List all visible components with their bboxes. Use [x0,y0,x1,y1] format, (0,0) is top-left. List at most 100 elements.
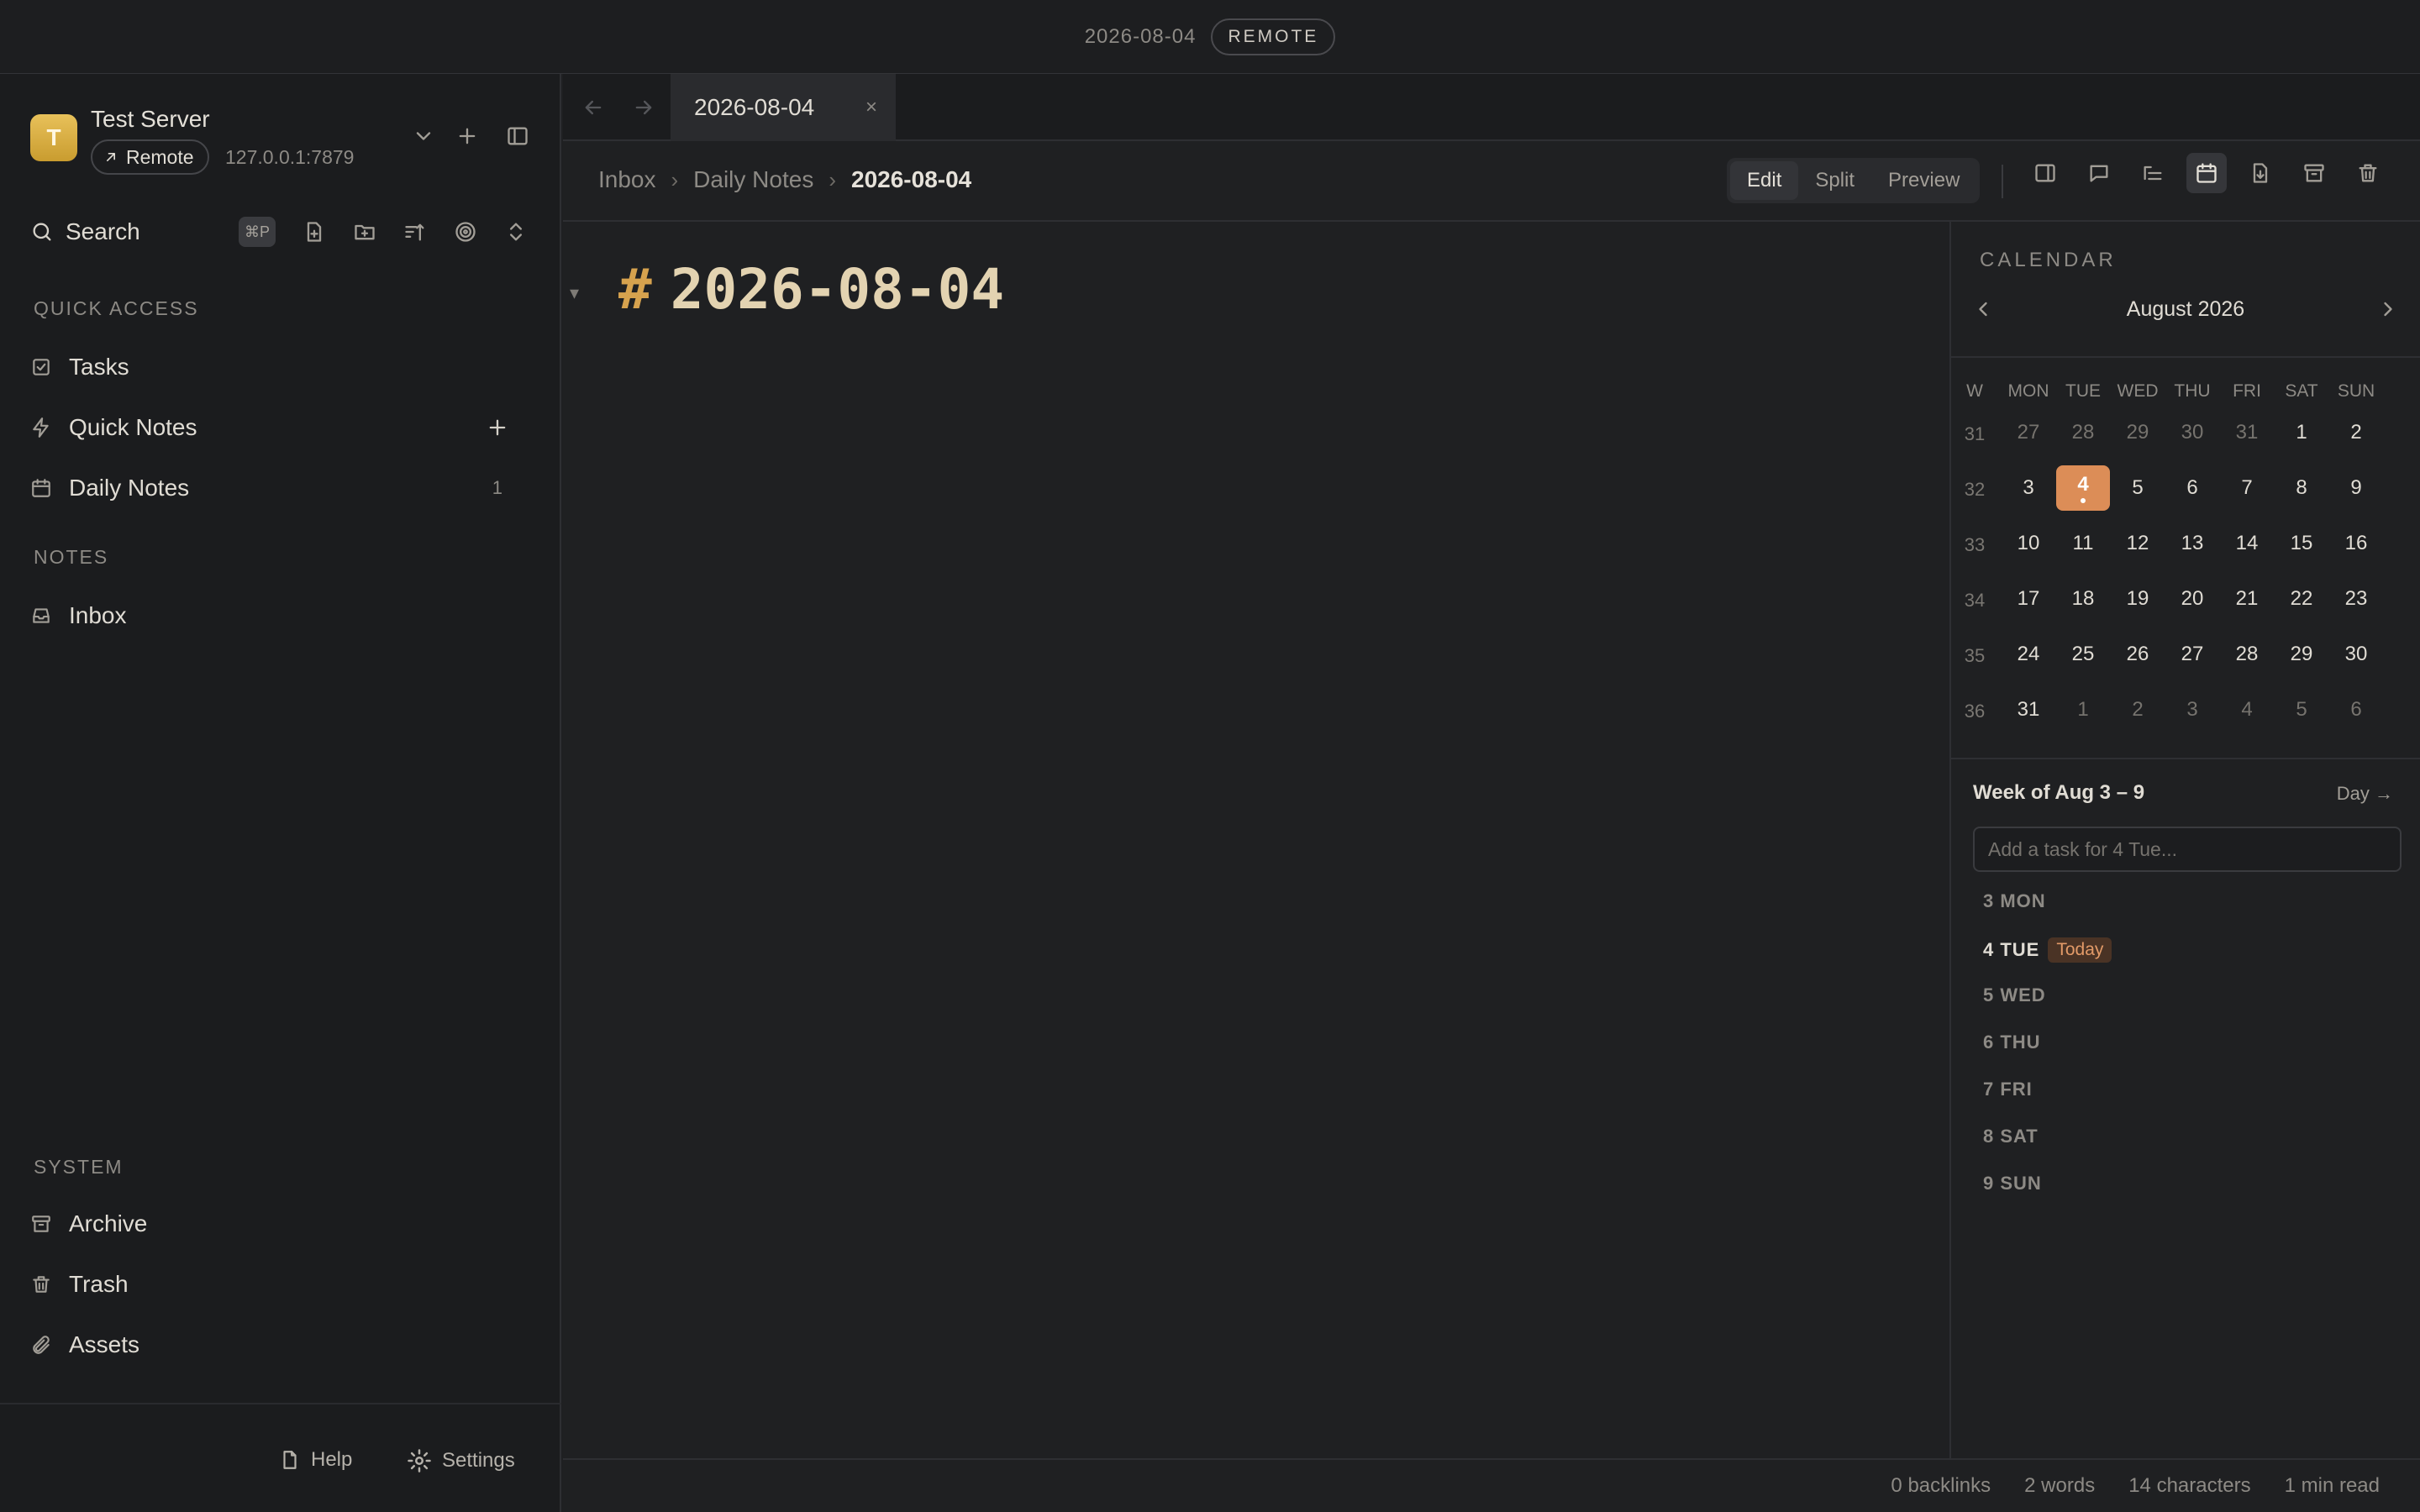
calendar-day[interactable]: 9 [2329,465,2383,511]
calendar-day[interactable]: 1 [2056,687,2110,732]
calendar-day[interactable]: 29 [2275,632,2328,677]
calendar-day[interactable]: 28 [2056,410,2110,455]
sidebar-toggle-icon[interactable] [506,124,529,148]
plus-icon[interactable] [455,124,479,148]
sidebar-item-assets[interactable]: Assets [30,1324,509,1366]
calendar-day[interactable]: 26 [2111,632,2165,677]
add-quick-note-icon[interactable] [486,416,509,439]
week-number[interactable]: 31 [1958,423,1991,445]
calendar-day[interactable]: 5 [2111,465,2165,511]
week-day-row[interactable]: 7 FRI [1983,1079,2033,1100]
calendar-day[interactable]: 21 [2220,576,2274,622]
calendar-day-today[interactable]: 4 [2056,465,2110,511]
add-task-input[interactable] [1973,827,2402,872]
backlinks-count[interactable]: 0 backlinks [1891,1474,1991,1498]
sidebar-item-archive[interactable]: Archive [30,1203,509,1245]
new-note-icon[interactable] [302,220,326,244]
chevron-down-icon[interactable] [412,124,435,148]
calendar-day[interactable]: 22 [2275,576,2328,622]
calendar-day[interactable]: 7 [2220,465,2274,511]
outline-icon[interactable] [2141,161,2165,185]
calendar-day[interactable]: 18 [2056,576,2110,622]
trash-icon[interactable] [2356,161,2380,185]
calendar-day[interactable]: 3 [2002,465,2055,511]
calendar-day[interactable]: 16 [2329,521,2383,566]
calendar-day[interactable]: 29 [2111,410,2165,455]
fold-toggle-icon[interactable]: ▾ [570,282,579,304]
target-icon[interactable] [454,220,477,244]
calendar-day[interactable]: 10 [2002,521,2055,566]
chevron-right-icon[interactable] [2376,297,2400,321]
week-day-row[interactable]: 5 WED [1983,984,2046,1006]
calendar-day[interactable]: 17 [2002,576,2055,622]
split-mode-button[interactable]: Split [1798,161,1871,200]
archive-icon[interactable] [2302,161,2326,185]
calendar-day[interactable]: 27 [2165,632,2219,677]
week-number[interactable]: 33 [1958,534,1991,556]
day-view-link[interactable]: Day → [2337,783,2393,805]
calendar-day[interactable]: 14 [2220,521,2274,566]
sidebar-item-quick-notes[interactable]: Quick Notes [30,407,509,449]
calendar-day[interactable]: 6 [2329,687,2383,732]
expand-collapse-icon[interactable] [504,220,528,244]
calendar-day-number: 13 [2181,532,2204,554]
comment-icon[interactable] [2087,161,2111,185]
calendar-day[interactable]: 15 [2275,521,2328,566]
calendar-day[interactable]: 12 [2111,521,2165,566]
edit-mode-button[interactable]: Edit [1730,161,1799,200]
week-day-row[interactable]: 9 SUN [1983,1173,2042,1194]
search-button[interactable]: Search ⌘P [30,208,534,255]
week-number[interactable]: 35 [1958,645,1991,667]
sidebar-item-tasks[interactable]: Tasks [30,346,509,388]
panel-right-icon[interactable] [2033,161,2057,185]
calendar-day[interactable]: 27 [2002,410,2055,455]
calendar-day[interactable]: 5 [2275,687,2328,732]
tab-close-icon[interactable]: × [865,96,877,119]
week-number[interactable]: 36 [1958,701,1991,722]
sidebar-item-inbox[interactable]: Inbox [30,595,509,637]
settings-button[interactable]: Settings [407,1448,515,1473]
breadcrumb-item[interactable]: Inbox [598,166,656,193]
week-number[interactable]: 32 [1958,479,1991,501]
week-day-row[interactable]: 6 THU [1983,1032,2041,1053]
server-switcher[interactable]: T Test Server Remote 127.0.0.1:7879 [30,104,534,180]
forward-arrow-icon[interactable] [632,96,655,119]
sort-icon[interactable] [403,220,427,244]
calendar-day[interactable]: 1 [2275,410,2328,455]
export-icon[interactable] [2249,161,2272,185]
calendar-day[interactable]: 13 [2165,521,2219,566]
calendar-day[interactable]: 20 [2165,576,2219,622]
week-day-row[interactable]: 8 SAT [1983,1126,2039,1147]
new-folder-icon[interactable] [353,220,376,244]
calendar-toggle[interactable] [2186,153,2227,193]
week-number[interactable]: 34 [1958,590,1991,612]
calendar-day[interactable]: 11 [2056,521,2110,566]
calendar-day-number: 16 [2344,532,2368,554]
calendar-day[interactable]: 31 [2220,410,2274,455]
calendar-day[interactable]: 28 [2220,632,2274,677]
week-day-row[interactable]: 3 MON [1983,890,2046,912]
calendar-day[interactable]: 19 [2111,576,2165,622]
preview-mode-button[interactable]: Preview [1871,161,1976,200]
calendar-day[interactable]: 30 [2329,632,2383,677]
calendar-day[interactable]: 4 [2220,687,2274,732]
calendar-day[interactable]: 3 [2165,687,2219,732]
calendar-day[interactable]: 6 [2165,465,2219,511]
editor[interactable]: ▾ #2026-08-04 [563,222,1949,1458]
calendar-day[interactable]: 30 [2165,410,2219,455]
back-arrow-icon[interactable] [581,96,605,119]
sidebar-item-trash[interactable]: Trash [30,1263,509,1305]
calendar-day[interactable]: 8 [2275,465,2328,511]
week-day-row[interactable]: 4 TUE Today [1983,937,2112,963]
calendar-day[interactable]: 2 [2111,687,2165,732]
calendar-day[interactable]: 25 [2056,632,2110,677]
help-button[interactable]: Help [279,1448,352,1472]
calendar-day[interactable]: 23 [2329,576,2383,622]
note-heading[interactable]: #2026-08-04 [618,257,1004,322]
sidebar-item-daily-notes[interactable]: Daily Notes 1 [30,467,509,509]
calendar-day[interactable]: 24 [2002,632,2055,677]
breadcrumb-item[interactable]: Daily Notes [693,166,813,193]
calendar-day[interactable]: 31 [2002,687,2055,732]
tab-note[interactable]: 2026-08-04 × [671,74,896,141]
calendar-day[interactable]: 2 [2329,410,2383,455]
